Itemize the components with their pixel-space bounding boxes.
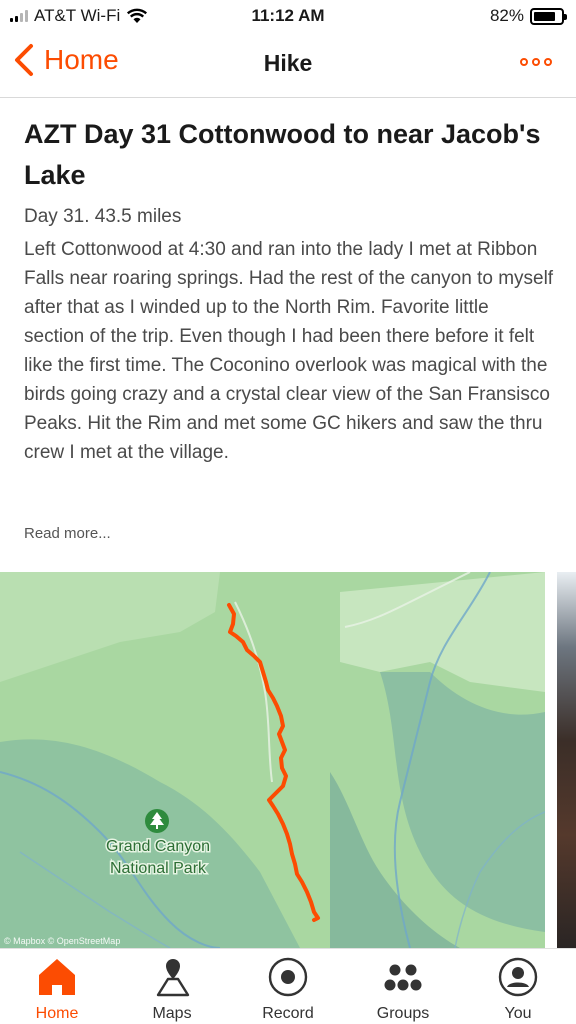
battery-icon [530,7,567,25]
tab-record[interactable]: Record [238,955,338,1023]
map-pin-icon [156,959,190,997]
user-icon [498,957,538,997]
tab-label: Groups [376,1005,430,1022]
status-right: 82% [489,6,567,26]
activity-description: Left Cottonwood at 4:30 and ran into the… [24,239,554,463]
more-options-button[interactable] [520,58,552,66]
nav-bar: Home Hike [0,34,576,98]
status-bar: AT&T Wi-Fi 11:12 AM 82% [0,0,576,34]
activity-meta: Day 31. 43.5 miles [24,206,182,227]
home-icon [39,959,75,995]
park-label-line1: Grand Canyon [106,838,210,855]
tree-icon [145,809,169,833]
tab-you[interactable]: You [468,955,568,1023]
groups-icon [384,964,422,991]
tab-groups[interactable]: Groups [353,955,453,1023]
more-dot-icon [544,58,552,66]
activity-content: AZT Day 31 Cottonwood to near Jacob's La… [0,98,576,948]
battery-percent: 82% [489,6,524,25]
battery-level-fill [534,11,556,21]
tab-label: Home [35,1005,79,1022]
photo-thumbnail[interactable] [557,572,576,948]
tab-label: Maps [152,1005,192,1022]
route-map[interactable]: Grand Canyon National Park © Mapbox © Op… [0,572,545,948]
tab-label: You [504,1005,532,1022]
page-title: Hike [263,50,313,76]
more-dot-icon [520,58,528,66]
more-dot-icon [532,58,540,66]
tab-bar: Home Maps Record Groups You [0,948,576,1024]
tab-maps[interactable]: Maps [122,955,222,1023]
tab-label: Record [262,1005,314,1022]
record-icon [268,957,308,997]
tab-home[interactable]: Home [7,955,107,1023]
park-label-line2: National Park [110,860,207,877]
map-canvas: Grand Canyon National Park [0,572,545,948]
read-more-link[interactable]: Read more... [24,525,111,542]
map-attribution: © Mapbox © OpenStreetMap [4,936,121,946]
activity-title: AZT Day 31 Cottonwood to near Jacob's La… [24,119,541,190]
